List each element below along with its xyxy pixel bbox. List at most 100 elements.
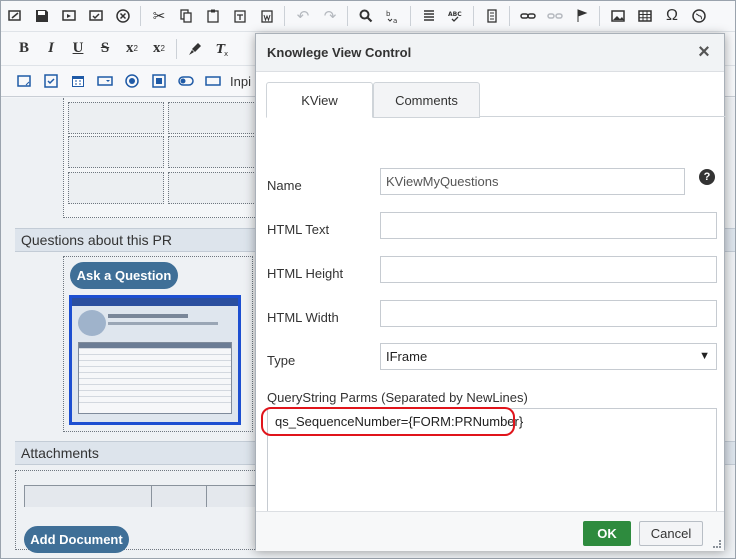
source-view-icon[interactable]	[2, 4, 28, 28]
ok-button[interactable]: OK	[583, 521, 631, 546]
show-blocks-icon[interactable]	[479, 4, 505, 28]
web-icon[interactable]	[686, 4, 712, 28]
grid-cell[interactable]	[168, 172, 264, 204]
strikethrough-button[interactable]: S	[92, 37, 118, 61]
dialog-body: KView Comments Name KViewMyQuestions ? H…	[256, 72, 726, 543]
name-label: Name	[267, 178, 302, 193]
textarea-control-icon[interactable]	[11, 69, 37, 93]
resize-grip-icon[interactable]	[713, 540, 721, 548]
link-icon[interactable]	[515, 4, 541, 28]
html-width-label: HTML Width	[267, 310, 339, 325]
toolbar-separator	[347, 6, 348, 26]
close-icon[interactable]: ×	[695, 42, 713, 62]
anchor-icon[interactable]	[569, 4, 595, 28]
subscript-mark: 2	[133, 44, 138, 53]
dialog-footer: OK Cancel	[256, 511, 724, 551]
dialog-header: Knowlege View Control ×	[256, 34, 724, 72]
format-painter-icon[interactable]	[182, 37, 208, 61]
help-icon[interactable]: ?	[699, 169, 715, 185]
type-select[interactable]: IFrame ▼	[380, 343, 717, 370]
special-char-icon[interactable]: Ω	[659, 4, 685, 28]
save-and-close-icon[interactable]	[56, 4, 82, 28]
redo-icon[interactable]: ↷	[317, 4, 343, 28]
dropdown-control-icon[interactable]	[92, 69, 118, 93]
grid-cell[interactable]	[68, 172, 164, 204]
validate-icon[interactable]	[83, 4, 109, 28]
paste-text-icon[interactable]	[227, 4, 253, 28]
thumbnail-subheading	[108, 322, 218, 325]
chevron-down-icon: ▼	[699, 350, 710, 362]
input-control-icon[interactable]	[200, 69, 226, 93]
svg-text:a: a	[393, 17, 397, 24]
grid-cell[interactable]	[68, 102, 164, 134]
spellcheck-icon[interactable]: ABC	[443, 4, 469, 28]
save-icon[interactable]	[29, 4, 55, 28]
clear-format-icon[interactable]: Tx	[209, 37, 235, 61]
html-text-label: HTML Text	[267, 222, 330, 237]
layout-grid	[63, 98, 264, 218]
input-control-label: Inpi	[230, 73, 251, 89]
attachment-tab[interactable]	[24, 485, 154, 507]
underline-label: U	[72, 40, 84, 56]
attachment-tab[interactable]	[151, 485, 209, 507]
paste-word-icon[interactable]	[254, 4, 280, 28]
dialog-title: Knowlege View Control	[267, 45, 412, 60]
bold-button[interactable]: B	[11, 37, 37, 61]
screenshot-thumbnail[interactable]	[69, 295, 241, 425]
paste-icon[interactable]	[200, 4, 226, 28]
cut-icon[interactable]: ✂	[146, 4, 172, 28]
underline-button[interactable]: U	[65, 37, 91, 61]
grid-cell[interactable]	[168, 102, 264, 134]
toolbar-separator	[176, 38, 177, 59]
copy-icon[interactable]	[173, 4, 199, 28]
format-icon[interactable]	[416, 4, 442, 28]
superscript-button[interactable]: x2	[146, 37, 172, 61]
html-height-label: HTML Height	[267, 266, 344, 281]
radio-control-icon[interactable]	[119, 69, 145, 93]
grid-cell[interactable]	[168, 136, 264, 168]
add-document-button[interactable]: Add Document	[24, 526, 129, 553]
subscript-button[interactable]: x2	[119, 37, 145, 61]
strike-label: S	[100, 40, 110, 56]
toggle-control-icon[interactable]	[173, 69, 199, 93]
svg-text:ABC: ABC	[448, 11, 462, 18]
cancel-button[interactable]: Cancel	[639, 521, 703, 546]
type-label: Type	[267, 353, 296, 368]
html-height-field[interactable]	[380, 256, 717, 283]
type-select-value: IFrame	[386, 349, 428, 364]
toolbar-separator	[509, 6, 510, 26]
italic-button[interactable]: I	[38, 37, 64, 61]
cancel-icon[interactable]	[110, 4, 136, 28]
unlink-icon[interactable]	[542, 4, 568, 28]
toolbar-separator	[140, 6, 141, 26]
replace-icon[interactable]: ba	[380, 4, 406, 28]
html-text-field[interactable]	[380, 212, 717, 239]
image-control-icon[interactable]	[146, 69, 172, 93]
toolbar-separator	[284, 6, 285, 26]
ask-question-button[interactable]: Ask a Question	[70, 262, 178, 289]
table-icon[interactable]	[632, 4, 658, 28]
tab-kview-label: KView	[301, 92, 338, 108]
toolbar-separator	[410, 6, 411, 26]
attachment-tab[interactable]	[206, 485, 261, 507]
thumbnail-logo	[78, 310, 106, 336]
svg-text:x: x	[224, 50, 228, 57]
add-document-label: Add Document	[30, 532, 123, 547]
html-width-field[interactable]	[380, 300, 717, 327]
find-icon[interactable]	[353, 4, 379, 28]
tab-comments[interactable]: Comments	[373, 82, 480, 118]
date-control-icon[interactable]	[65, 69, 91, 93]
tab-kview[interactable]: KView	[266, 82, 373, 118]
tab-comments-label: Comments	[395, 92, 458, 108]
italic-label: I	[48, 40, 54, 56]
attachments-section-title: Attachments	[21, 445, 99, 461]
superscript-mark: 2	[160, 44, 165, 53]
knowledge-view-dialog: Knowlege View Control × KView Comments N…	[255, 33, 726, 551]
bold-label: B	[18, 40, 29, 56]
checkbox-control-icon[interactable]	[38, 69, 64, 93]
undo-icon[interactable]: ↶	[290, 4, 316, 28]
image-icon[interactable]	[605, 4, 631, 28]
questions-section-title: Questions about this PR	[21, 232, 172, 248]
grid-cell[interactable]	[68, 136, 164, 168]
name-field[interactable]: KViewMyQuestions	[380, 168, 685, 195]
